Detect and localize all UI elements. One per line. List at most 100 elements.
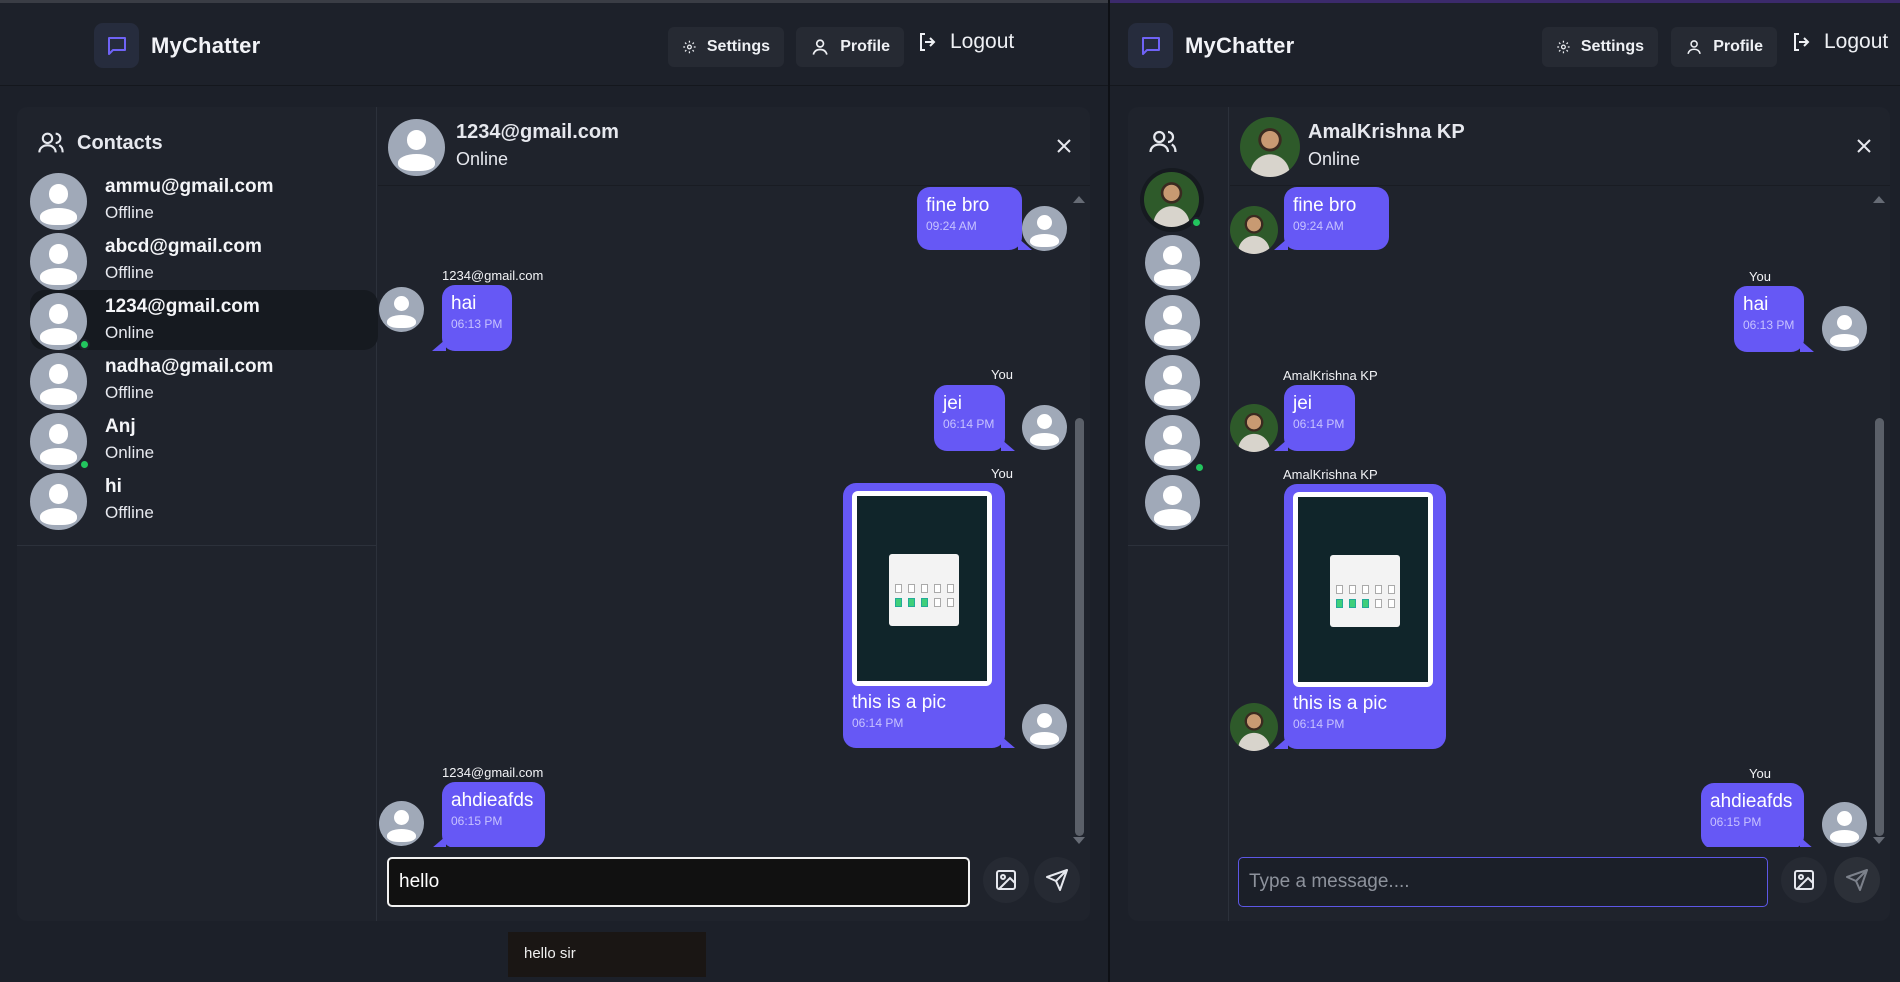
users-icon: [38, 132, 64, 153]
user-icon: [812, 39, 828, 55]
image-attachment[interactable]: [1293, 492, 1433, 687]
divider: [17, 545, 376, 546]
avatar: [1022, 206, 1067, 251]
contact-item-selected[interactable]: [1140, 168, 1204, 232]
contact-item[interactable]: abcd@gmail.com Offline: [30, 230, 378, 290]
app-name: MyChatter: [151, 33, 261, 58]
users-icon[interactable]: [1148, 127, 1178, 157]
contact-item[interactable]: hi Offline: [30, 470, 378, 530]
send-button[interactable]: [1034, 857, 1080, 903]
chat-partner-name: AmalKrishna KP: [1308, 121, 1465, 143]
send-icon: [1046, 869, 1068, 891]
left-window: MyChatter Settings Profile Logout Contac…: [0, 0, 1108, 982]
scroll-down-arrow[interactable]: [1073, 837, 1085, 844]
image-message-bubble: this is a pic 06:14 PM: [843, 483, 1015, 748]
user-icon: [1687, 40, 1701, 55]
contact-item-selected[interactable]: 1234@gmail.com Online: [30, 290, 378, 350]
attach-image-button[interactable]: [1781, 857, 1827, 903]
scroll-up-arrow[interactable]: [1873, 196, 1885, 203]
contact-avatar[interactable]: [1145, 235, 1200, 290]
avatar: [1022, 704, 1067, 749]
settings-button[interactable]: Settings: [668, 27, 784, 67]
close-icon[interactable]: [1852, 134, 1876, 158]
settings-button[interactable]: Settings: [1542, 27, 1658, 67]
message-sender: You: [1749, 269, 1771, 284]
contact-avatar[interactable]: [1145, 355, 1200, 410]
contacts-header: Contacts: [37, 129, 163, 157]
online-indicator: [79, 339, 90, 350]
avatar: [30, 173, 87, 230]
message-input[interactable]: hello: [387, 857, 970, 907]
message-time: 06:13 PM: [1743, 318, 1795, 332]
avatar: [30, 353, 87, 410]
message-text: fine bro: [926, 195, 990, 216]
chat-header: 1234@gmail.com Online: [378, 107, 1090, 186]
contact-item[interactable]: Anj Online: [30, 410, 378, 470]
send-button[interactable]: [1834, 857, 1880, 903]
close-icon[interactable]: [1052, 134, 1076, 158]
contact-name: hi: [105, 476, 122, 497]
contact-name: ammu@gmail.com: [105, 176, 274, 197]
chat-partner-name: 1234@gmail.com: [456, 121, 619, 143]
message-input[interactable]: Type a message....: [1238, 857, 1768, 907]
contact-status: Offline: [105, 383, 154, 402]
contact-avatar[interactable]: [1145, 475, 1200, 530]
contact-avatar: [1145, 415, 1200, 470]
message-list[interactable]: fine bro 09:24 AM 1234@gmail.com hai 06:…: [378, 187, 1090, 847]
avatar: [30, 473, 87, 530]
message-sender: 1234@gmail.com: [442, 765, 544, 780]
contact-item[interactable]: ammu@gmail.com Offline: [30, 170, 378, 230]
chat-header: AmalKrishna KP Online: [1230, 107, 1890, 186]
avatar: [379, 287, 424, 332]
logout-button[interactable]: Logout: [1790, 30, 1888, 54]
message-bubble: ahdieafds 06:15 PM: [432, 782, 545, 847]
contact-item[interactable]: [1145, 415, 1205, 473]
message-text: fine bro: [1293, 195, 1357, 216]
message-time: 06:14 PM: [1293, 417, 1345, 431]
avatar: [1230, 404, 1278, 452]
app-name: MyChatter: [1185, 33, 1295, 58]
avatar: [1240, 117, 1300, 177]
chat-logo-icon: [1128, 23, 1173, 68]
scrollbar-thumb[interactable]: [1075, 418, 1084, 836]
contact-name: 1234@gmail.com: [105, 296, 260, 317]
scroll-up-arrow[interactable]: [1073, 196, 1085, 203]
scrollbar-thumb[interactable]: [1875, 418, 1884, 836]
logout-label: Logout: [950, 30, 1015, 53]
message-text: jei: [943, 393, 963, 414]
contact-status: Online: [105, 323, 155, 342]
image-attachment[interactable]: [852, 491, 992, 686]
avatar: [1822, 306, 1867, 351]
contact-status: Offline: [105, 203, 154, 222]
message-text: ahdieafds: [451, 790, 534, 811]
suggestion-tooltip: hello sir: [508, 932, 706, 977]
message-time: 09:24 AM: [926, 219, 977, 233]
message-text: hai: [451, 293, 477, 314]
attach-image-button[interactable]: [983, 857, 1029, 903]
chat-card: AmalKrishna KP Online fine bro 09:24 AM …: [1128, 107, 1890, 921]
profile-button[interactable]: Profile: [796, 27, 904, 67]
profile-label: Profile: [840, 38, 890, 55]
settings-label: Settings: [1580, 38, 1644, 55]
contact-item[interactable]: nadha@gmail.com Offline: [30, 350, 378, 410]
message-sender: You: [991, 466, 1013, 481]
avatar: [388, 119, 445, 176]
message-bubble: hai 06:13 PM: [432, 285, 512, 351]
divider: [1128, 545, 1228, 546]
logout-button[interactable]: Logout: [916, 30, 1014, 54]
message-sender: AmalKrishna KP: [1283, 368, 1378, 383]
gear-icon: [1557, 40, 1570, 54]
message-time: 06:15 PM: [1710, 815, 1762, 829]
message-time: 06:14 PM: [943, 417, 995, 431]
chat-partner-status: Online: [456, 149, 509, 169]
contact-avatar[interactable]: [1145, 295, 1200, 350]
message-time: 09:24 AM: [1293, 219, 1344, 233]
right-window: MyChatter Settings Profile Logout AmalKr…: [1110, 0, 1900, 982]
avatar: [1230, 206, 1278, 254]
message-list[interactable]: fine bro 09:24 AM You hai 06:13 PM AmalK…: [1230, 187, 1890, 847]
profile-button[interactable]: Profile: [1671, 27, 1777, 67]
message-time: 06:13 PM: [451, 317, 503, 331]
message-bubble: fine bro 09:24 AM: [917, 187, 1032, 250]
contacts-title: Contacts: [77, 131, 163, 154]
scroll-down-arrow[interactable]: [1873, 837, 1885, 844]
